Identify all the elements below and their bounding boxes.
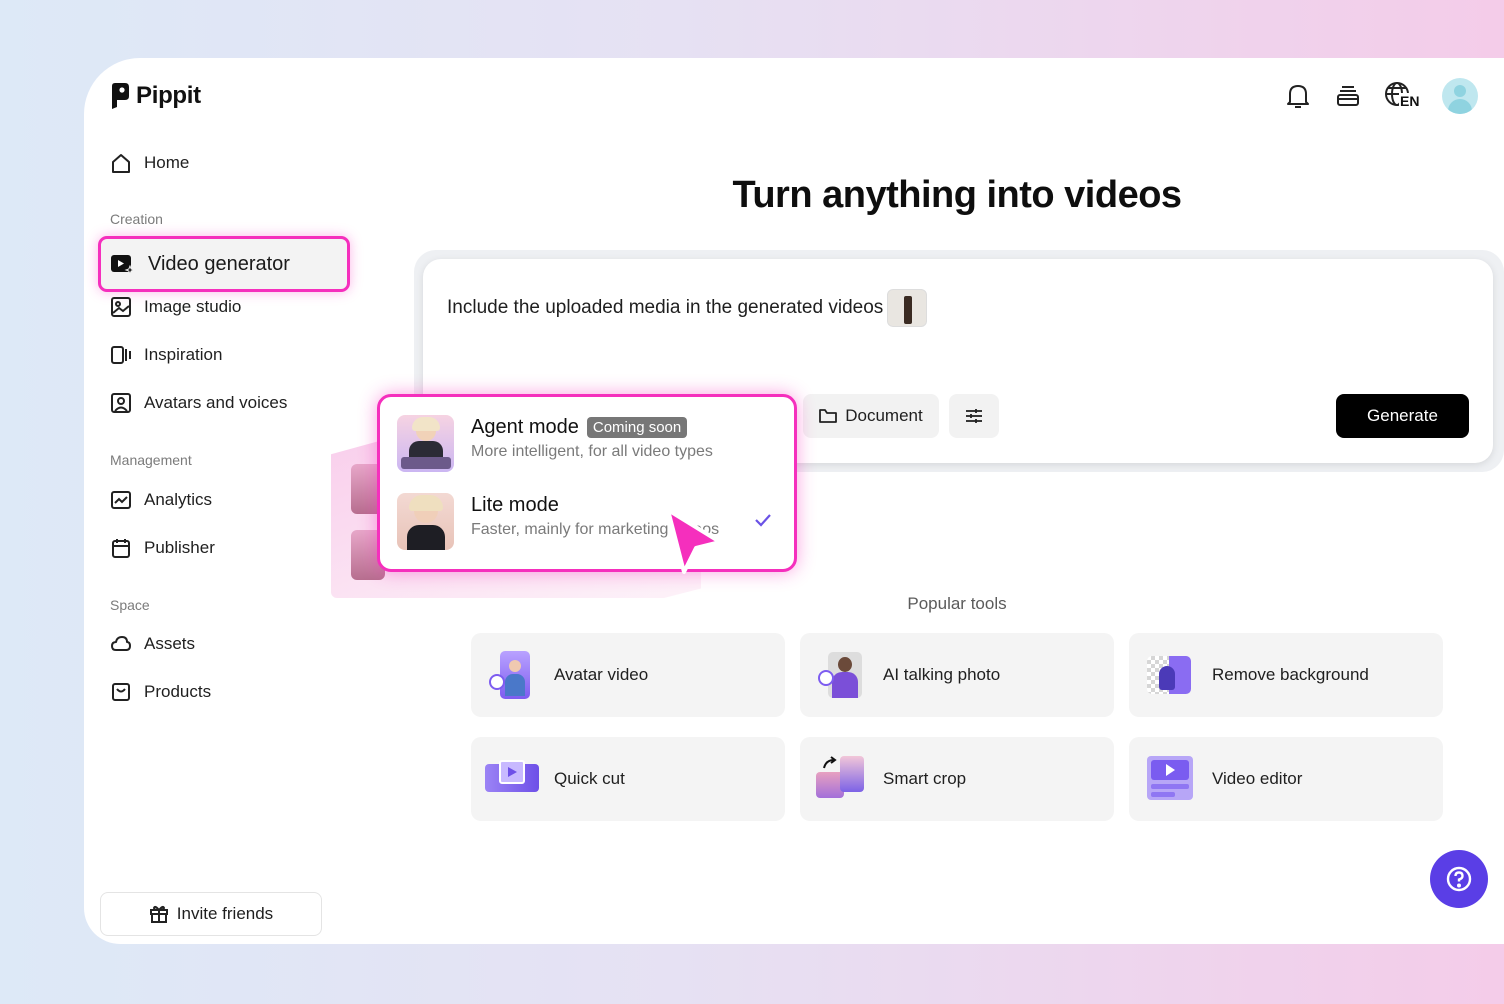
analytics-icon: [111, 491, 131, 509]
sidebar-label: Analytics: [144, 490, 213, 509]
mode-name: Agent mode: [471, 416, 579, 438]
language-code: EN: [1399, 93, 1421, 109]
smart-crop-icon: [814, 752, 868, 806]
page-title: Turn anything into videos: [732, 174, 1182, 216]
tool-label: AI talking photo: [883, 665, 1001, 684]
logo-mark-icon: [112, 83, 129, 109]
sidebar-item-publisher[interactable]: Publisher: [110, 537, 215, 559]
settings-button[interactable]: [949, 394, 999, 438]
avatar-voice-icon: [111, 393, 131, 413]
uploaded-media-thumbnail[interactable]: [887, 289, 928, 327]
tool-video-editor[interactable]: Video editor: [1129, 737, 1443, 821]
help-button[interactable]: [1430, 850, 1488, 908]
talking-photo-icon: [814, 648, 868, 702]
product-bag-icon: [112, 683, 130, 701]
document-button[interactable]: Document: [803, 394, 939, 438]
section-label-creation: Creation: [110, 211, 163, 227]
user-avatar[interactable]: [1442, 78, 1478, 114]
help-icon: [1446, 866, 1472, 892]
sidebar-label: Publisher: [144, 538, 215, 557]
sidebar-label: Inspiration: [144, 345, 223, 364]
sidebar-label: Assets: [144, 634, 196, 653]
quick-cut-icon: [485, 752, 539, 806]
bell-icon[interactable]: [1284, 82, 1312, 110]
sidebar-label: Video generator: [148, 252, 290, 275]
tool-label: Remove background: [1212, 665, 1369, 684]
mode-menu: Agent mode Coming soon More intelligent,…: [377, 394, 797, 572]
video-editor-icon: [1143, 752, 1197, 806]
sidebar-item-analytics[interactable]: Analytics: [110, 489, 212, 511]
tool-label: Avatar video: [554, 665, 649, 684]
sidebar-label: Products: [144, 682, 212, 701]
generate-button[interactable]: Generate: [1336, 394, 1469, 438]
section-label-management: Management: [110, 452, 192, 468]
section-label-space: Space: [110, 597, 150, 613]
tool-label: Quick cut: [554, 769, 625, 788]
pointer-cursor-icon: [666, 508, 722, 574]
invite-label: Invite friends: [176, 904, 274, 923]
tool-quick-cut[interactable]: Quick cut: [471, 737, 785, 821]
agent-mode-thumbnail: [397, 415, 454, 472]
sidebar-label: Image studio: [144, 297, 242, 316]
tool-remove-background[interactable]: Remove background: [1129, 633, 1443, 717]
tool-label: Video editor: [1212, 769, 1303, 788]
invite-friends-button[interactable]: Invite friends: [100, 892, 322, 936]
inspiration-icon: [111, 346, 131, 364]
language-globe-icon[interactable]: EN: [1384, 82, 1421, 110]
home-icon: [112, 154, 130, 173]
tool-smart-crop[interactable]: Smart crop: [800, 737, 1114, 821]
sidebar-item-assets[interactable]: Assets: [110, 633, 195, 655]
folder-icon: [819, 409, 838, 423]
sidebar-item-inspiration[interactable]: Inspiration: [110, 344, 222, 366]
calendar-icon: [112, 539, 130, 558]
agent-mode-title: Agent mode Coming soon: [471, 416, 713, 439]
cloud-icon: [111, 636, 131, 651]
tool-label: Smart crop: [883, 769, 967, 788]
prompt-text-row[interactable]: Include the uploaded media in the genera…: [447, 289, 928, 327]
avatar-video-icon: [485, 648, 539, 702]
coming-soon-badge: Coming soon: [586, 417, 688, 438]
sidebar-item-home[interactable]: Home: [110, 152, 189, 174]
gift-icon: [149, 905, 168, 923]
video-generator-icon: [111, 255, 136, 276]
tool-ai-talking-photo[interactable]: AI talking photo: [800, 633, 1114, 717]
sidebar-item-avatars-and-voices[interactable]: Avatars and voices: [110, 392, 287, 414]
sidebar-item-video-generator[interactable]: Video generator: [98, 236, 350, 292]
pippit-logo[interactable]: Pippit: [110, 82, 201, 110]
image-studio-icon: [111, 297, 131, 317]
tool-avatar-video[interactable]: Avatar video: [471, 633, 785, 717]
document-label: Document: [845, 406, 923, 425]
remove-background-icon: [1143, 648, 1197, 702]
sidebar-label: Home: [144, 153, 190, 172]
brand-name: Pippit: [136, 82, 201, 109]
mode-option-agent[interactable]: Agent mode Coming soon More intelligent,…: [397, 415, 713, 472]
prompt-text: Include the uploaded media in the genera…: [447, 297, 884, 318]
header-actions: EN: [1284, 78, 1478, 114]
mode-description: More intelligent, for all video types: [471, 443, 713, 460]
sidebar-item-products[interactable]: Products: [110, 681, 211, 703]
lite-mode-thumbnail: [397, 493, 454, 550]
sidebar-label: Avatars and voices: [144, 393, 288, 412]
sliders-icon: [966, 409, 982, 423]
sidebar-item-image-studio[interactable]: Image studio: [110, 296, 241, 318]
subscription-icon[interactable]: [1334, 82, 1362, 110]
selected-check-icon: [755, 514, 771, 527]
